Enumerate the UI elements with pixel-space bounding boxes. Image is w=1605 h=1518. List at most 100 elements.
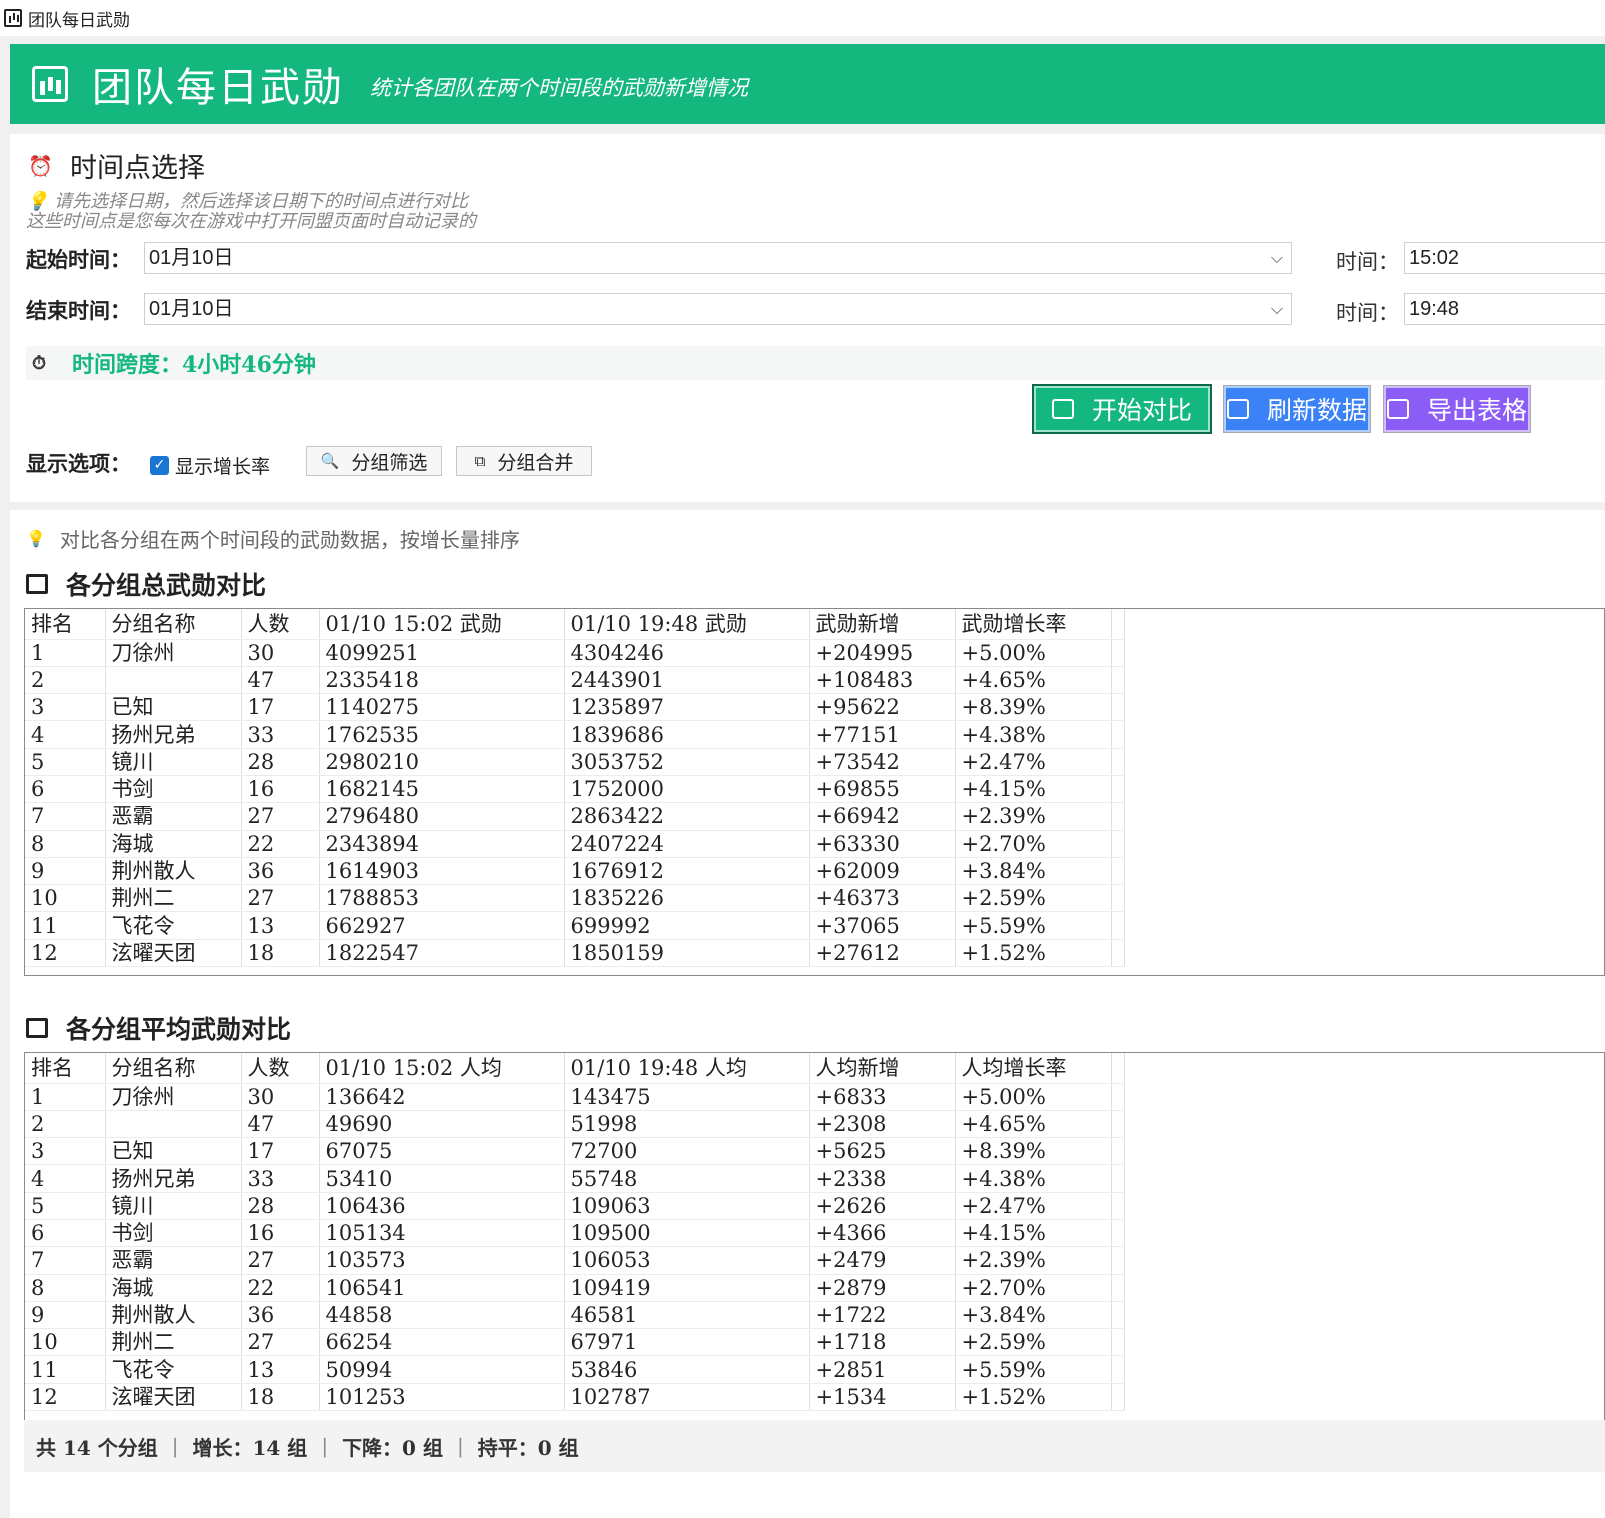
column-header[interactable]: 人数 xyxy=(241,609,320,640)
table-row[interactable]: 7 恶霸 27 2796480 2863422 +66942 +2.39% xyxy=(25,802,1125,831)
table-cell: 109063 xyxy=(564,1192,810,1220)
table-row[interactable]: 10 荆州二 27 1788853 1835226 +46373 +2.59% xyxy=(25,884,1125,913)
table-cell: 镜川 xyxy=(105,1192,242,1220)
table-row[interactable]: 3 已知 17 1140275 1235897 +95622 +8.39% xyxy=(25,693,1125,722)
table-cell: +2308 xyxy=(809,1110,956,1139)
table-row[interactable]: 1 刀徐州 30 136642 143475 +6833 +5.00% xyxy=(25,1083,1125,1111)
search-icon: 🔍 xyxy=(320,452,340,470)
table-row[interactable]: 1 刀徐州 30 4099251 4304246 +204995 +5.00% xyxy=(25,639,1125,667)
table-cell xyxy=(105,666,242,695)
table-cell: 3 xyxy=(25,693,106,722)
column-header[interactable]: 01/10 19:48 武勋 xyxy=(564,609,810,640)
table-cell xyxy=(1111,1110,1125,1139)
table-cell: +8.39% xyxy=(955,1137,1112,1166)
table-row[interactable]: 2 47 2335418 2443901 +108483 +4.65% xyxy=(25,666,1125,695)
table-row[interactable]: 12 泫曜天团 18 1822547 1850159 +27612 +1.52% xyxy=(25,939,1125,968)
table-header-row: 排名 分组名称 人数 01/10 15:02 武勋 01/10 19:48 武勋 武勋新增… xyxy=(25,609,1125,640)
table-cell: 53846 xyxy=(564,1355,810,1384)
avg-table[interactable]: 排名 分组名称 人数 01/10 15:02 人均 01/10 19:48 人均 人均新增… xyxy=(24,1052,1605,1422)
table-row[interactable]: 5 镜川 28 2980210 3053752 +73542 +2.47% xyxy=(25,748,1125,776)
end-time-select[interactable]: 19:48 xyxy=(1404,293,1605,325)
table-cell: 36 xyxy=(241,1301,320,1330)
table-row[interactable]: 11 飞花令 13 662927 699992 +37065 +5.59% xyxy=(25,911,1125,940)
table-row[interactable]: 12 泫曜天团 18 101253 102787 +1534 +1.52% xyxy=(25,1383,1125,1412)
export-button[interactable]: 导出表格 xyxy=(1383,385,1531,433)
table-cell: +1534 xyxy=(809,1383,956,1412)
table-cell xyxy=(1111,666,1125,695)
filter-label: 分组筛选 xyxy=(351,451,428,474)
table-row[interactable]: 4 扬州兄弟 33 53410 55748 +2338 +4.38% xyxy=(25,1164,1125,1193)
table-row[interactable]: 6 书剑 16 105134 109500 +4366 +4.15% xyxy=(25,1219,1125,1248)
table-cell: 9 xyxy=(25,1301,106,1330)
start-date-select[interactable]: 01月10日 ⌵ xyxy=(144,242,1292,274)
merge-button[interactable]: ⧉ 分组合并 xyxy=(456,446,592,476)
table-cell: 49690 xyxy=(319,1110,565,1139)
total-table-title-text: 各分组总武勋对比 xyxy=(66,571,267,600)
table-row[interactable]: 11 飞花令 13 50994 53846 +2851 +5.59% xyxy=(25,1355,1125,1384)
start-label: 起始时间： xyxy=(26,247,131,272)
table-cell xyxy=(105,1110,242,1139)
table-cell: 106541 xyxy=(319,1274,565,1302)
compare-button[interactable]: 开始对比 xyxy=(1032,384,1212,434)
table-row[interactable]: 7 恶霸 27 103573 106053 +2479 +2.39% xyxy=(25,1246,1125,1275)
table-row[interactable]: 9 荆州散人 36 1614903 1676912 +62009 +3.84% xyxy=(25,857,1125,886)
show-growth-checkbox[interactable]: ✓ 显示增长率 xyxy=(150,452,270,479)
table-cell: 泫曜天团 xyxy=(105,1383,242,1412)
table-cell: 55748 xyxy=(564,1164,810,1193)
column-header[interactable]: 分组名称 xyxy=(105,1053,242,1084)
table-cell: 已知 xyxy=(105,693,242,722)
column-header[interactable]: 分组名称 xyxy=(105,609,242,640)
table-row[interactable]: 8 海城 22 106541 109419 +2879 +2.70% xyxy=(25,1274,1125,1302)
table-cell: 13 xyxy=(241,911,320,940)
table-cell: 2443901 xyxy=(564,666,810,695)
table-cell: 2335418 xyxy=(319,666,565,695)
refresh-icon xyxy=(1226,399,1249,419)
column-header[interactable]: 人数 xyxy=(241,1053,320,1084)
column-header[interactable]: 01/10 15:02 人均 xyxy=(319,1053,565,1084)
column-header[interactable]: 排名 xyxy=(25,609,106,640)
table-cell: 22 xyxy=(241,1274,320,1302)
table-cell: 30 xyxy=(241,639,320,667)
column-header[interactable] xyxy=(1111,609,1125,640)
column-header[interactable] xyxy=(1111,1053,1125,1084)
column-header[interactable]: 01/10 19:48 人均 xyxy=(564,1053,810,1084)
column-header[interactable]: 人均新增 xyxy=(809,1053,956,1084)
end-date-select[interactable]: 01月10日 ⌵ xyxy=(144,293,1292,325)
table-row[interactable]: 2 47 49690 51998 +2308 +4.65% xyxy=(25,1110,1125,1139)
results-note-text: 对比各分组在两个时间段的武勋数据，按增长量排序 xyxy=(59,528,520,552)
column-header[interactable]: 人均增长率 xyxy=(955,1053,1112,1084)
table-cell: +5.59% xyxy=(955,911,1112,940)
table-cell xyxy=(1111,1355,1125,1384)
table-cell: 18 xyxy=(241,939,320,968)
table-row[interactable]: 3 已知 17 67075 72700 +5625 +8.39% xyxy=(25,1137,1125,1166)
table-row[interactable]: 6 书剑 16 1682145 1752000 +69855 +4.15% xyxy=(25,775,1125,804)
total-table[interactable]: 排名 分组名称 人数 01/10 15:02 武勋 01/10 19:48 武勋 武勋新增… xyxy=(24,608,1605,976)
table-cell: +3.84% xyxy=(955,857,1112,886)
column-header[interactable]: 01/10 15:02 武勋 xyxy=(319,609,565,640)
column-header[interactable]: 武勋新增 xyxy=(809,609,956,640)
table-cell: +2.59% xyxy=(955,1328,1112,1357)
table-cell: 4304246 xyxy=(564,639,810,667)
table-cell: 镜川 xyxy=(105,748,242,776)
table-row[interactable]: 10 荆州二 27 66254 67971 +1718 +2.59% xyxy=(25,1328,1125,1357)
table-cell: +4.65% xyxy=(955,666,1112,695)
table-row[interactable]: 9 荆州散人 36 44858 46581 +1722 +3.84% xyxy=(25,1301,1125,1330)
window-title: 团队每日武勋 xyxy=(28,10,130,31)
filter-button[interactable]: 🔍 分组筛选 xyxy=(306,446,442,476)
table-cell: +5.59% xyxy=(955,1355,1112,1384)
table-cell: 28 xyxy=(241,748,320,776)
save-icon xyxy=(1386,399,1409,419)
table-cell xyxy=(1111,911,1125,940)
refresh-button[interactable]: 刷新数据 xyxy=(1223,385,1371,433)
table-row[interactable]: 8 海城 22 2343894 2407224 +63330 +2.70% xyxy=(25,830,1125,858)
window-titlebar: 团队每日武勋 xyxy=(0,0,1605,36)
table-row[interactable]: 4 扬州兄弟 33 1762535 1839686 +77151 +4.38% xyxy=(25,720,1125,749)
summary-increase: 增长：14 组 xyxy=(192,1435,308,1460)
column-header[interactable]: 排名 xyxy=(25,1053,106,1084)
start-time-select[interactable]: 15:02 xyxy=(1404,242,1605,274)
bar-chart-icon xyxy=(32,66,68,102)
chevron-down-icon: ⌵ xyxy=(1270,299,1283,318)
table-row[interactable]: 5 镜川 28 106436 109063 +2626 +2.47% xyxy=(25,1192,1125,1220)
column-header[interactable]: 武勋增长率 xyxy=(955,609,1112,640)
header-banner: 团队每日武勋 统计各团队在两个时间段的武勋新增情况 xyxy=(10,44,1605,124)
